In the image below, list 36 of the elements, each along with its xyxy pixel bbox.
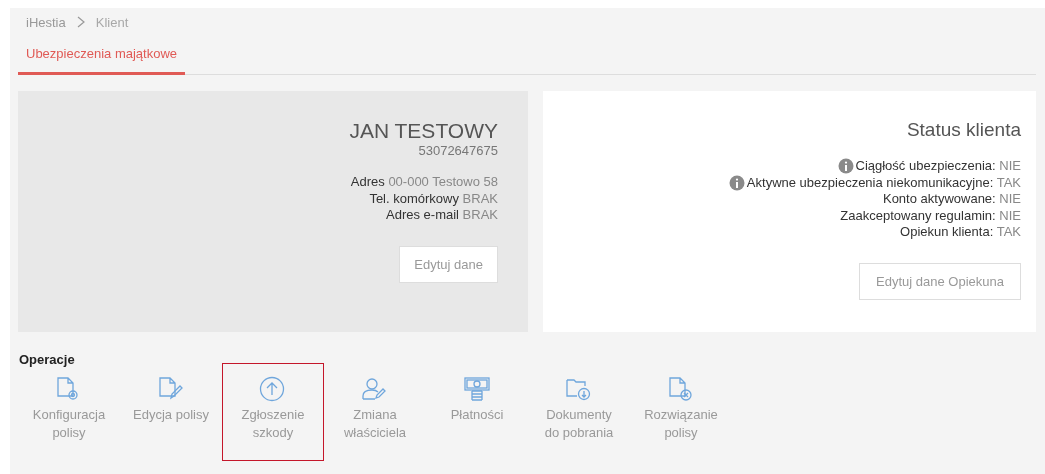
- field-text: Tel. komórkowy BRAK: [368, 190, 498, 207]
- operation-item[interactable]: Płatności: [426, 363, 528, 461]
- field-text: Adres 00-000 Testowo 58: [349, 174, 498, 191]
- edit-guardian-button[interactable]: Edytuj dane Opiekuna: [859, 262, 1021, 300]
- status-title: Status klienta: [906, 119, 1021, 141]
- status-text: Opiekun klienta: TAK: [900, 224, 1021, 241]
- status-text: Konto aktywowane: NIE: [882, 191, 1021, 208]
- operation-label: Zmiana właściciela: [342, 406, 408, 442]
- breadcrumb-link[interactable]: Klient: [95, 14, 129, 30]
- field-text: Adres e-mail BRAK: [385, 207, 498, 224]
- operation-item[interactable]: Zmiana właściciela: [324, 363, 426, 461]
- chevron-icon: [75, 15, 86, 29]
- operation-label: Dokumenty do pobrania: [543, 406, 615, 442]
- operation-label: Płatności: [449, 406, 505, 424]
- status-text: Aktywne ubezpieczenia niekomunikacyjne: TAK: [746, 174, 1021, 191]
- section-title: Operacje: [19, 352, 76, 367]
- status-text: Zaakceptowany regulamin: NIE: [840, 207, 1021, 224]
- status-text: Ciągłość ubezpieczenia: NIE: [855, 158, 1021, 175]
- client-id: 53072647675: [418, 143, 498, 158]
- breadcrumb-link[interactable]: iHestia: [26, 14, 66, 30]
- client-name: JAN TESTOWY: [349, 119, 498, 143]
- arrow-up-circle-icon: [259, 376, 287, 402]
- document-x-icon: [667, 376, 695, 402]
- document-pencil-icon: [157, 376, 185, 402]
- operation-label: Edycja polisy: [132, 406, 210, 424]
- operation-item[interactable]: Edycja polisy: [120, 363, 222, 461]
- operation-item[interactable]: Zgłoszenie szkody: [222, 363, 324, 461]
- operation-label: Konfiguracja polisy: [31, 406, 107, 442]
- folder-download-icon: [565, 376, 593, 402]
- operation-label: Zgłoszenie szkody: [240, 406, 306, 442]
- operation-item[interactable]: Dokumenty do pobrania: [528, 363, 630, 461]
- operation-label: Rozwiązanie polisy: [643, 406, 719, 442]
- edit-button[interactable]: Edytuj dane: [399, 245, 498, 283]
- operation-item[interactable]: Rozwiązanie polisy: [630, 363, 732, 461]
- tab[interactable]: Ubezpieczenia majątkowe: [18, 36, 186, 75]
- money-coins-icon: [463, 376, 491, 402]
